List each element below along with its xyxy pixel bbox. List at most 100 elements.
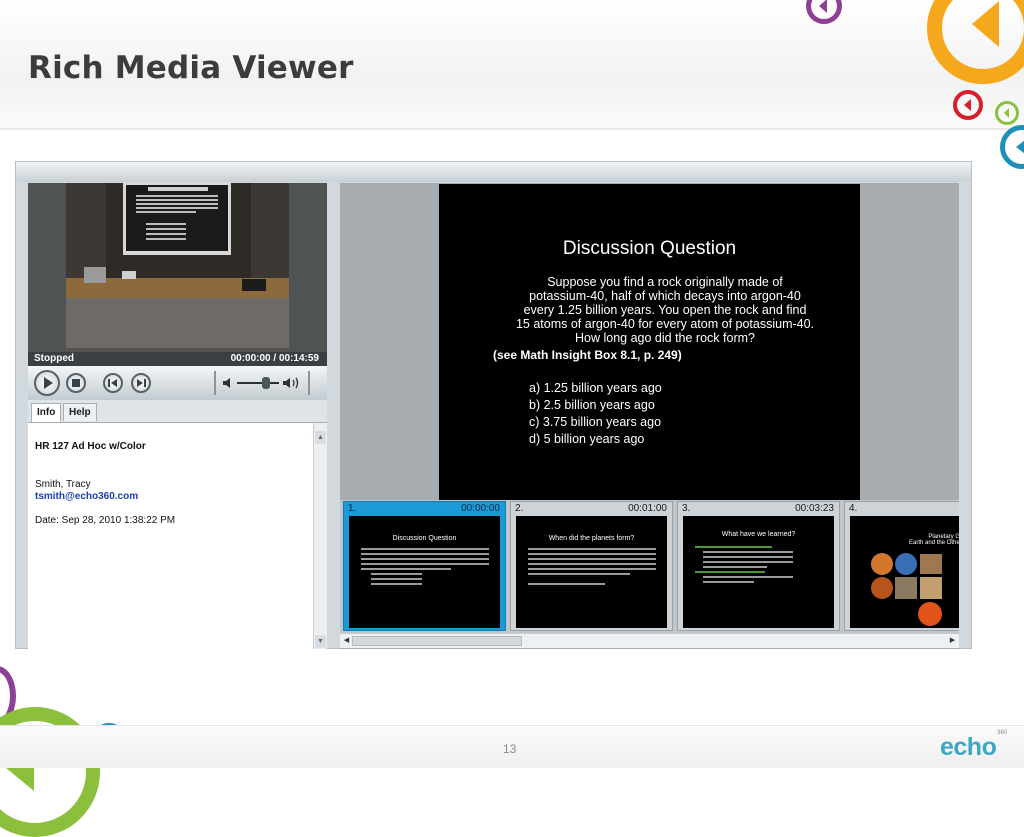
play-icon	[44, 377, 53, 389]
red-circle-icon	[953, 90, 983, 120]
thumbnail-image: Discussion Question	[349, 516, 500, 628]
thumbnail-header: 2. 00:01:00	[511, 502, 672, 515]
volume-slider[interactable]	[237, 382, 279, 384]
thumbnail-header: 3. 00:03:23	[678, 502, 839, 515]
thumbnail-number: 1.	[348, 503, 357, 514]
tab-info[interactable]: Info	[31, 403, 62, 422]
thumbnail-text-lines	[361, 548, 489, 588]
thumbnail-text-line	[695, 571, 766, 573]
thumbnail-image: Planetary Geology Earth and the Other Te…	[850, 516, 959, 628]
scroll-up-icon[interactable]: ▲	[315, 431, 326, 444]
thumbnail-text-line	[703, 566, 767, 568]
thumbnail-image: What have we learned?	[683, 516, 834, 628]
thumbnail-text-line	[528, 568, 656, 570]
answer-option: d) 5 billion years ago	[529, 432, 645, 446]
thumbnail-text-line	[528, 583, 605, 585]
answer-option: b) 2.5 billion years ago	[529, 398, 655, 412]
teal-circle-icon	[1000, 125, 1024, 169]
presenter-email-link[interactable]: tsmith@echo360.com	[35, 491, 138, 502]
thumbnail-number: 4.	[849, 503, 858, 514]
lecture-video[interactable]	[66, 183, 289, 352]
thumbnail-title: What have we learned?	[721, 531, 796, 538]
info-panel: HR 127 Ad Hoc w/Color Smith, Tracy tsmit…	[28, 422, 327, 649]
scroll-left-icon[interactable]: ◀	[341, 635, 352, 646]
video-area[interactable]	[28, 183, 327, 352]
thumbnail-text-line	[528, 573, 631, 575]
thumbnail-text-line	[703, 581, 755, 583]
stop-icon	[72, 379, 80, 387]
thumbnail-title: Planetary Geology Earth and the Other Te…	[909, 534, 959, 546]
thumbnail-slide-1[interactable]: 1. 00:00:00 Discussion Question	[343, 501, 506, 631]
volume-high-icon	[283, 377, 299, 389]
stop-button[interactable]	[66, 373, 86, 393]
thumbnail-title: When did the planets form?	[548, 535, 635, 542]
page-number: 13	[503, 742, 517, 756]
next-icon	[137, 379, 146, 387]
thumbnail-text-line	[361, 558, 489, 560]
header-divider	[0, 128, 1024, 130]
thumbnail-title: Discussion Question	[392, 535, 457, 542]
thumbnail-text-line	[695, 546, 772, 548]
next-button[interactable]	[131, 373, 151, 393]
classroom-scene	[66, 183, 289, 352]
thumbnail-number: 2.	[515, 503, 524, 514]
thumbnail-text-line	[703, 551, 793, 553]
recording-title: HR 127 Ad Hoc w/Color	[35, 441, 146, 452]
thumbnail-text-line	[361, 553, 489, 555]
page-title: Rich Media Viewer	[28, 50, 354, 86]
tab-help[interactable]: Help	[63, 403, 97, 421]
volume-divider-right	[308, 371, 310, 395]
answer-option: c) 3.75 billion years ago	[529, 415, 662, 429]
thumbnail-strip: 1. 00:00:00 Discussion Question 2. 00:01…	[340, 500, 959, 633]
player-status-bar: Stopped 00:00:00 / 00:14:59	[28, 352, 327, 366]
main-slide-question: Suppose you find a rock originally made …	[515, 275, 815, 345]
logo-superscript: 360	[997, 730, 1008, 736]
info-scrollbar[interactable]: ▲ ▼	[313, 423, 327, 649]
thumbnail-text-line	[528, 553, 656, 555]
logo-text: echo	[940, 733, 997, 761]
thumbnail-slide-4[interactable]: 4. Planetary Geology Earth and the Other…	[844, 501, 959, 631]
answer-option: a) 1.25 billion years ago	[529, 381, 662, 395]
viewer-top-bar	[16, 162, 971, 182]
slide-panel: Discussion Question Suppose you find a r…	[340, 183, 959, 649]
thumbnail-image: When did the planets form?	[516, 516, 667, 628]
planets-collage-image	[871, 553, 942, 626]
scroll-right-icon[interactable]: ▶	[947, 635, 958, 646]
thumbnail-text-line	[703, 556, 793, 558]
thumbnail-scrollbar[interactable]: ◀ ▶	[340, 633, 959, 648]
thumbnail-text-line	[361, 568, 451, 570]
volume-slider-handle[interactable]	[262, 377, 270, 389]
thumbnail-text-line	[703, 576, 793, 578]
scrollbar-thumb[interactable]	[352, 636, 522, 646]
tab-bar: Info Help	[28, 400, 327, 422]
volume-low-icon	[223, 378, 230, 388]
thumbnail-text-line	[361, 563, 489, 565]
thumbnail-text-line	[371, 573, 423, 575]
play-button[interactable]	[34, 370, 60, 396]
thumbnail-slide-2[interactable]: 2. 00:01:00 When did the planets form?	[510, 501, 673, 631]
rich-media-viewer: Stopped 00:00:00 / 00:14:59 Info Help HR…	[15, 161, 972, 649]
scroll-down-icon[interactable]: ▼	[315, 635, 326, 648]
thumbnail-time: 00:01:00	[628, 503, 667, 514]
thumbnail-slide-3[interactable]: 3. 00:03:23 What have we learned?	[677, 501, 840, 631]
player-controls	[28, 366, 327, 400]
echo-logo: echo	[940, 733, 997, 762]
green-circle-icon	[995, 101, 1019, 125]
thumbnail-text-line	[361, 548, 489, 550]
thumbnail-time: 00:03:23	[795, 503, 834, 514]
thumbnail-number: 3.	[682, 503, 691, 514]
player-panel: Stopped 00:00:00 / 00:14:59 Info Help HR…	[28, 183, 327, 649]
main-slide: Discussion Question Suppose you find a r…	[439, 184, 860, 500]
thumbnail-text-line	[528, 563, 656, 565]
thumbnail-text-line	[528, 548, 656, 550]
recording-date: Date: Sep 28, 2010 1:38:22 PM	[35, 515, 176, 526]
thumbnail-text-lines	[528, 548, 656, 588]
thumbnail-text-line	[528, 558, 656, 560]
previous-button[interactable]	[103, 373, 123, 393]
thumbnail-time: 00:00:00	[461, 503, 500, 514]
main-slide-reference: (see Math Insight Box 8.1, p. 249)	[493, 348, 682, 362]
playback-status: Stopped	[34, 353, 74, 364]
thumbnail-text-line	[703, 561, 793, 563]
thumbnail-text-line	[371, 578, 423, 580]
main-slide-title: Discussion Question	[562, 238, 737, 259]
